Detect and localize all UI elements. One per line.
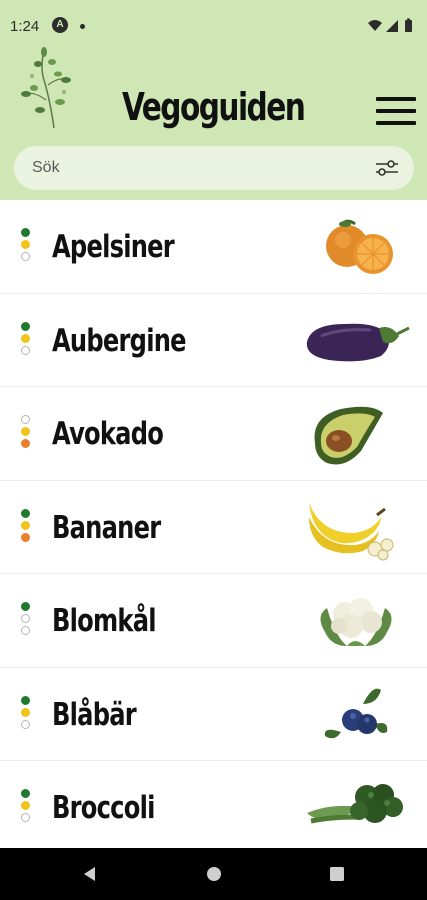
rating-dot [21,602,30,611]
list-item[interactable]: Broccoli [0,761,427,855]
list-item[interactable]: Bananer [0,480,427,574]
item-label: Blomkål [52,603,157,639]
list-item[interactable]: Avokado [0,387,427,481]
system-nav-bar [0,848,427,900]
rating-dot [21,240,30,249]
list-item[interactable]: Aubergine [0,293,427,387]
rating-dot [21,614,30,623]
rating-dot [21,333,30,343]
item-label: Blåbär [52,696,137,733]
wifi-icon [368,20,382,31]
rating-dot [21,508,30,518]
hamburger-icon [376,97,416,101]
avocado-icon [314,406,383,465]
home-icon[interactable] [204,864,224,884]
rating-dot [21,252,30,261]
item-label: Bananer [52,509,161,546]
app-header: 1:24 A Vegoguiden [0,0,427,200]
item-label: Avokado [52,416,164,452]
status-icons [368,18,412,32]
item-label: Aubergine [52,322,187,359]
rating-dot [21,695,30,705]
app-title: Vegoguiden [122,85,306,129]
rating-dot [21,532,30,542]
item-label: Broccoli [52,790,155,826]
item-label: Apelsiner [52,229,175,265]
list-item[interactable]: Blåbär [0,667,427,761]
notification-badge-icon: A [52,17,68,33]
list-item[interactable]: Blomkål [0,574,427,668]
hamburger-icon-line [376,109,416,113]
filter-sliders-icon[interactable] [374,156,400,180]
rating-dots [20,602,32,642]
rating-dots [20,789,32,829]
cauliflower-icon [320,598,392,646]
back-icon[interactable] [80,864,100,884]
plant-logo-icon [21,47,71,129]
signal-icon [386,20,398,32]
battery-icon [405,20,412,32]
eggplant-icon [306,323,410,361]
rating-dot [21,707,30,717]
blueberry-icon [324,688,388,738]
rating-dot [21,520,30,530]
rating-dots [20,695,32,736]
rating-dot [21,439,30,448]
rating-dot [21,427,30,436]
rating-dot [21,719,30,729]
orange-fruit-icon [326,219,393,274]
rating-dot [21,345,30,355]
rating-dots [20,228,32,268]
recent-apps-icon[interactable] [327,864,347,884]
rating-dot [21,321,30,331]
broccoli-icon [307,784,403,824]
rating-dot [21,626,30,635]
rating-dots [20,508,32,549]
rating-dot [21,801,30,810]
menu-button[interactable] [374,95,418,127]
rating-dot [21,789,30,798]
search-bar [14,146,414,190]
search-input[interactable] [32,154,352,182]
rating-dots [20,321,32,362]
rating-dots [20,415,32,455]
rating-dot [21,228,30,237]
notification-dot-icon [80,24,85,29]
banana-icon [309,502,394,560]
rating-dot [21,813,30,822]
produce-list: Apelsiner Aubergine Avokado Bananer Blom… [0,200,427,855]
hamburger-icon-line [376,121,416,125]
status-time: 1:24 [10,18,40,35]
list-item[interactable]: Apelsiner [0,200,427,294]
rating-dot [21,415,30,424]
